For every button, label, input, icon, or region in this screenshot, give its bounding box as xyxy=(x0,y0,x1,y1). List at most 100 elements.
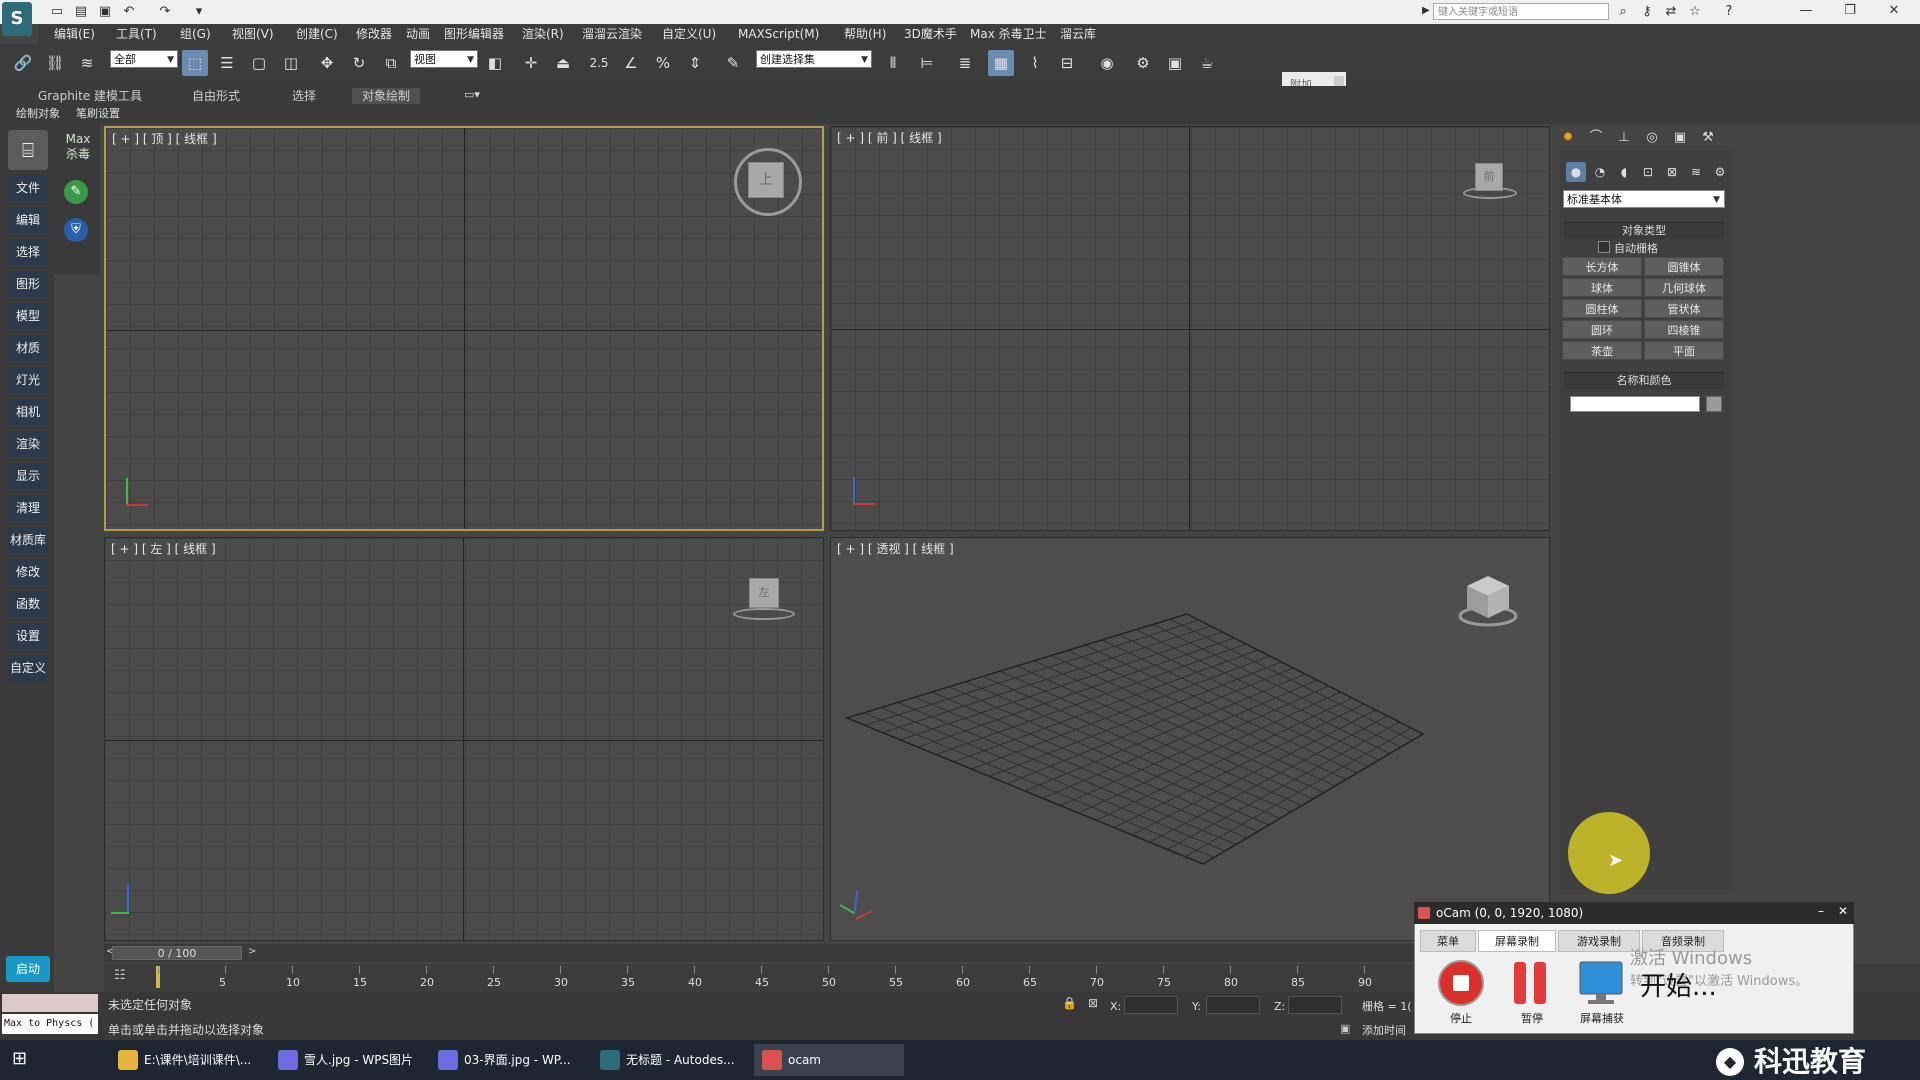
side-display-button[interactable]: 显示 xyxy=(8,463,48,489)
object-type-rollout[interactable]: 对象类型 xyxy=(1564,222,1724,239)
side-model-button[interactable]: 模型 xyxy=(8,303,48,329)
viewcube[interactable]: 前 xyxy=(1475,163,1503,191)
ocam-title-bar[interactable]: oCam (0, 0, 1920, 1080) xyxy=(1414,902,1854,924)
pivot-center-icon[interactable]: ◧ xyxy=(482,50,508,76)
brush-settings-label[interactable]: 笔刷设置 xyxy=(76,106,120,122)
taskbar-item-3dsmax[interactable]: 无标题 - Autodes... xyxy=(592,1044,742,1076)
align-icon[interactable]: ⊨ xyxy=(914,50,940,76)
geosphere-button[interactable]: 几何球体 xyxy=(1644,278,1724,297)
star-icon[interactable]: ☆ xyxy=(1686,3,1704,21)
menu-cloud-library[interactable]: 溜云库 xyxy=(1060,24,1096,44)
menu-create[interactable]: 创建(C) xyxy=(296,24,338,44)
open-icon[interactable]: ▤ xyxy=(72,3,90,21)
utilities-tab-icon[interactable]: ⚒ xyxy=(1697,128,1719,148)
menu-animation[interactable]: 动画 xyxy=(406,24,430,44)
ocam-minimize-button[interactable]: – xyxy=(1818,904,1824,918)
ocam-close-button[interactable]: ✕ xyxy=(1838,904,1848,918)
side-render-button[interactable]: 渲染 xyxy=(8,431,48,457)
windows-start-icon[interactable]: ⊞ xyxy=(12,1048,27,1069)
add-time-tag-icon[interactable]: ▣ xyxy=(1340,1022,1350,1035)
side-material-library-button[interactable]: 材质库 xyxy=(8,527,48,553)
maxscript-input[interactable]: Max to Physcs ( xyxy=(2,1014,98,1034)
menu-tools[interactable]: 工具(T) xyxy=(116,24,157,44)
menu-rendering[interactable]: 渲染(R) xyxy=(522,24,564,44)
help-icon[interactable]: ? xyxy=(1720,3,1738,21)
screen-capture-button[interactable] xyxy=(1576,958,1626,1008)
viewport-left[interactable]: [ + ] [ 左 ] [ 线框 ] 左 xyxy=(104,537,824,941)
menu-maxscript[interactable]: MAXScript(M) xyxy=(738,24,819,44)
tab-graphite[interactable]: Graphite 建模工具 xyxy=(38,88,142,104)
dropdown-icon[interactable]: ▾ xyxy=(190,3,208,21)
time-slider-thumb[interactable]: 0 / 100 xyxy=(112,946,242,960)
viewcube-ring[interactable] xyxy=(733,608,795,620)
unlink-icon[interactable]: ⛓ xyxy=(42,50,68,76)
ocam-start-label[interactable]: 开始... xyxy=(1640,966,1717,1003)
exchange-icon[interactable]: ⇄ xyxy=(1662,3,1680,21)
menu-view[interactable]: 视图(V) xyxy=(232,24,274,44)
render-setup-icon[interactable]: ⚙ xyxy=(1130,50,1156,76)
side-function-button[interactable]: 函数 xyxy=(8,591,48,617)
side-camera-button[interactable]: 相机 xyxy=(8,399,48,425)
key-icon[interactable]: ⚷ xyxy=(1638,3,1656,21)
display-tab-icon[interactable]: ▣ xyxy=(1669,128,1691,148)
viewcube[interactable]: 左 xyxy=(749,578,779,608)
minimize-button[interactable]: — xyxy=(1784,0,1828,22)
scan-icon[interactable]: ✎ xyxy=(64,180,88,204)
plane-button[interactable]: 平面 xyxy=(1644,341,1724,360)
side-clean-button[interactable]: 清理 xyxy=(8,495,48,521)
side-material-button[interactable]: 材质 xyxy=(8,335,48,361)
create-tab-icon[interactable]: ✹ xyxy=(1557,128,1579,148)
name-color-rollout[interactable]: 名称和颜色 xyxy=(1564,372,1724,389)
hierarchy-tab-icon[interactable]: ⊥ xyxy=(1613,128,1635,148)
cylinder-button[interactable]: 圆柱体 xyxy=(1562,299,1642,318)
auto-grid-checkbox[interactable] xyxy=(1598,241,1610,253)
torus-button[interactable]: 圆环 xyxy=(1562,320,1642,339)
side-settings-button[interactable]: 设置 xyxy=(8,623,48,649)
lock-icon[interactable]: 🔒 xyxy=(1062,996,1077,1010)
select-by-name-icon[interactable]: ☰ xyxy=(214,50,240,76)
ocam-tab-menu[interactable]: 菜单 xyxy=(1420,930,1476,952)
pause-button[interactable] xyxy=(1506,958,1556,1008)
geometry-icon[interactable]: ● xyxy=(1566,162,1586,182)
pyramid-button[interactable]: 四棱锥 xyxy=(1644,320,1724,339)
redo-icon[interactable]: ↷ xyxy=(156,3,174,21)
taskbar-item-wps-2[interactable]: 03-界面.jpg - WP... xyxy=(430,1044,580,1076)
mirror-icon[interactable]: ⫴ xyxy=(880,50,906,76)
box-button[interactable]: 长方体 xyxy=(1562,257,1642,276)
menu-antivirus[interactable]: Max 杀毒卫士 xyxy=(970,24,1047,44)
x-coordinate-input[interactable] xyxy=(1124,996,1178,1014)
select-manipulate-icon[interactable]: ✛ xyxy=(518,50,544,76)
spacewarps-icon[interactable]: ≋ xyxy=(1686,162,1706,182)
y-coordinate-input[interactable] xyxy=(1206,996,1260,1014)
taskbar-item-ocam[interactable]: ocam xyxy=(754,1044,904,1076)
viewport-front[interactable]: [ + ] [ 前 ] [ 线框 ] 前 xyxy=(830,126,1550,531)
menu-modifiers[interactable]: 修改器 xyxy=(356,24,392,44)
start-button[interactable]: 启动 xyxy=(6,956,50,982)
bind-space-warp-icon[interactable]: ≋ xyxy=(74,50,100,76)
save-icon[interactable]: ▣ xyxy=(96,3,114,21)
stop-button[interactable] xyxy=(1436,958,1486,1008)
tab-selection[interactable]: 选择 xyxy=(292,88,316,104)
viewcube[interactable]: 上 xyxy=(748,162,784,198)
menu-graph-editors[interactable]: 图形编辑器 xyxy=(444,24,504,44)
side-edit-button[interactable]: 编辑 xyxy=(8,207,48,233)
tab-freeform[interactable]: 自由形式 xyxy=(192,88,240,104)
search-input[interactable]: 键入关键字或短语 xyxy=(1433,3,1609,20)
menu-help[interactable]: 帮助(H) xyxy=(844,24,886,44)
menu-edit[interactable]: 编辑(E) xyxy=(54,24,95,44)
curve-editor-icon[interactable]: ⌇ xyxy=(1022,50,1048,76)
spinner-snap-icon[interactable]: ⇕ xyxy=(682,50,708,76)
cone-button[interactable]: 圆锥体 xyxy=(1644,257,1724,276)
material-editor-icon[interactable]: ◉ xyxy=(1094,50,1120,76)
selection-filter-select[interactable]: 全部 ▼ xyxy=(110,50,178,68)
layer-manager-icon[interactable]: ≣ xyxy=(952,50,978,76)
helpers-icon[interactable]: ⊠ xyxy=(1662,162,1682,182)
restore-button[interactable]: ❐ xyxy=(1828,0,1872,22)
tab-object-paint[interactable]: 对象绘制 xyxy=(352,88,421,104)
object-color-swatch[interactable] xyxy=(1706,396,1722,412)
expand-arrow-icon[interactable]: ▶ xyxy=(1422,5,1430,16)
menu-customize[interactable]: 自定义(U) xyxy=(662,24,716,44)
new-icon[interactable]: ▭ xyxy=(48,3,66,21)
side-modify-button[interactable]: 修改 xyxy=(8,559,48,585)
menu-3d-magic[interactable]: 3D魔术手 xyxy=(904,24,957,44)
